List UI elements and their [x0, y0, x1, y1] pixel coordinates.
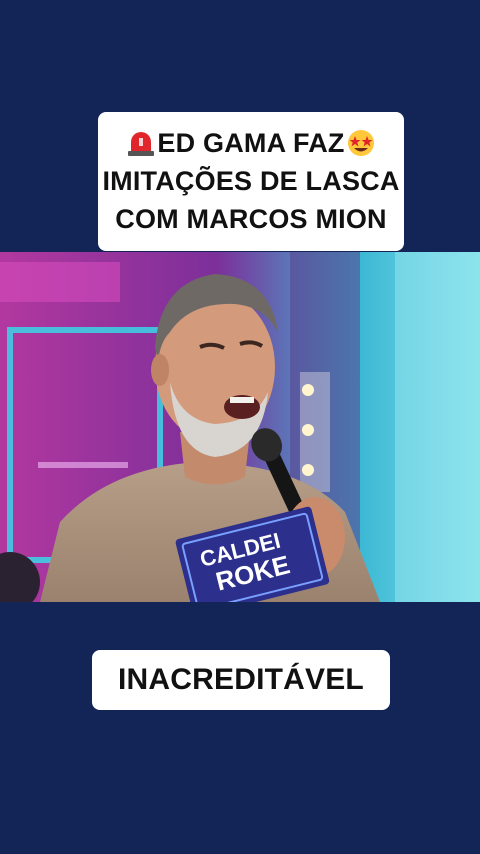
caption-line-1-text: ED GAMA FAZ [157, 128, 345, 158]
top-caption-box: ED GAMA FAZ IMITAÇÕES DE LASCA COM MARCO… [98, 112, 404, 251]
caption-line-3: COM MARCOS MION [115, 204, 387, 234]
tv-host-photo: CALDEI ROKE [0, 252, 480, 602]
caption-line-2: IMITAÇÕES DE LASCA [102, 166, 400, 196]
caption-line-1: ED GAMA FAZ [98, 124, 404, 162]
bottom-caption-text: INACREDITÁVEL [118, 663, 364, 696]
bottom-caption-box: INACREDITÁVEL [92, 650, 390, 710]
star-struck-icon [347, 130, 374, 156]
siren-icon [128, 132, 155, 156]
